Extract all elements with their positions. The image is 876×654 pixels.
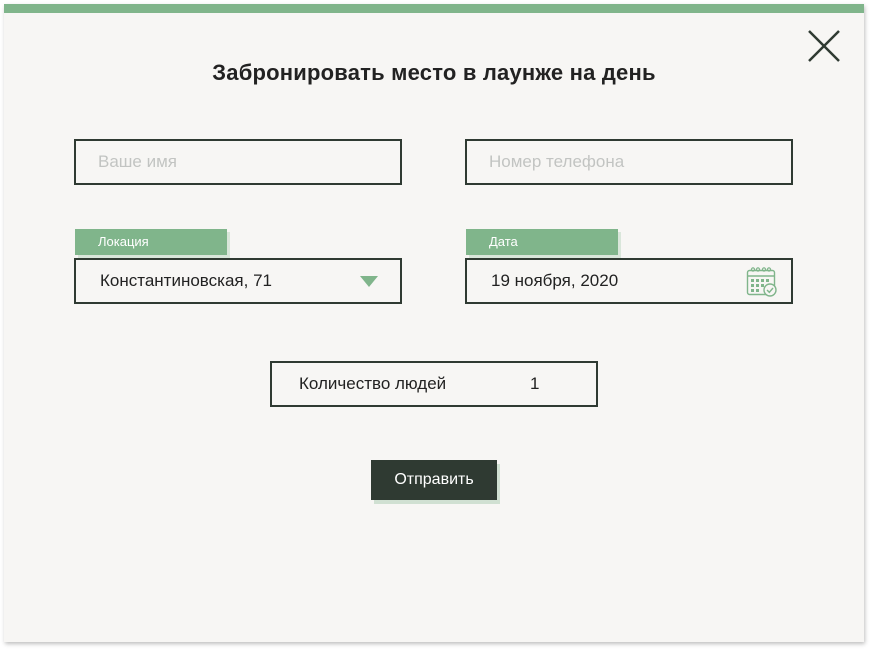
location-label: Локация [75,229,227,255]
date-field[interactable]: 19 ноября, 2020 [465,258,793,304]
modal-title: Забронировать место в лаунже на день [212,60,656,85]
location-value: Константиновская, 71 [100,271,272,290]
people-count-field[interactable]: Количество людей 1 [270,361,598,407]
people-count-label: Количество людей [299,374,447,393]
name-field-container [74,139,402,185]
calendar-icon[interactable] [745,265,779,299]
chevron-down-icon[interactable] [360,276,378,287]
date-label: Дата [466,229,618,255]
phone-field-container [465,139,793,185]
name-input[interactable] [98,141,378,183]
submit-button[interactable]: Отправить [371,460,497,500]
accent-bar [4,4,864,13]
phone-input[interactable] [489,141,769,183]
people-count-value[interactable]: 1 [530,363,539,405]
location-select[interactable]: Константиновская, 71 [74,258,402,304]
booking-modal: Забронировать место в лаунже на день Лок… [4,4,864,642]
date-value: 19 ноября, 2020 [491,271,619,290]
